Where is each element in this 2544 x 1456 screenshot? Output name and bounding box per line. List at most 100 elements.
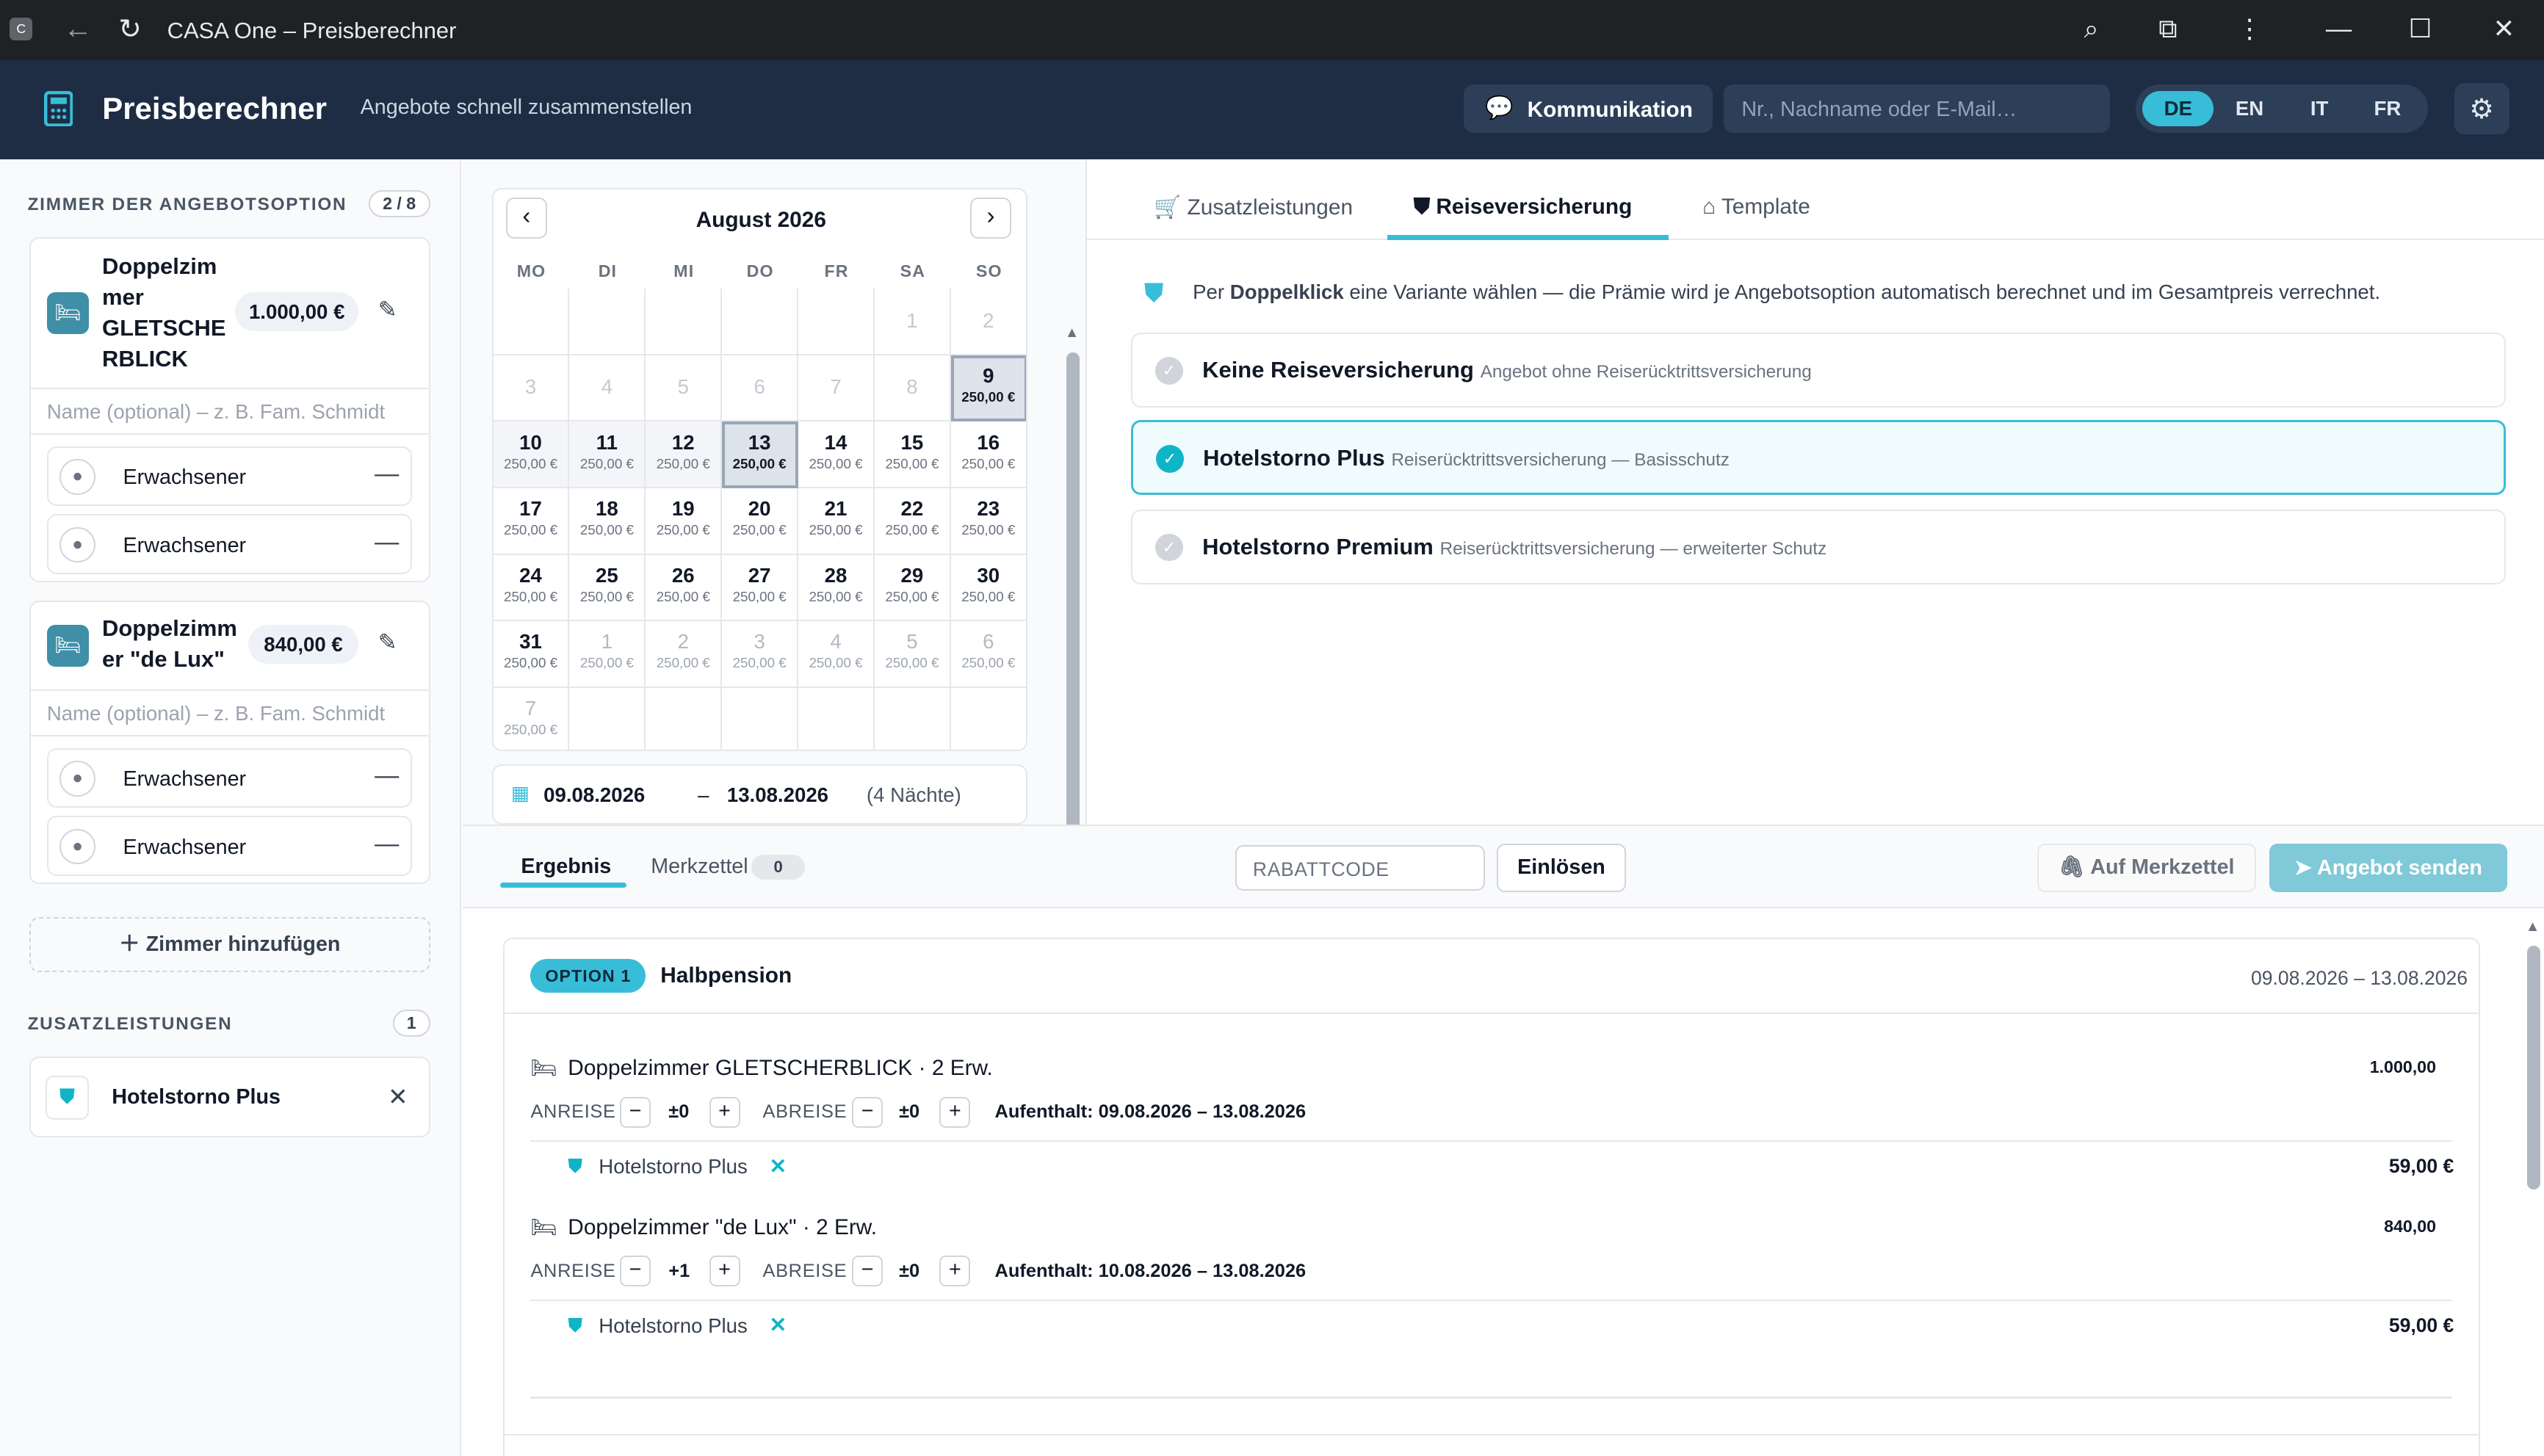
calendar-day[interactable]: 16 250,00 €: [950, 421, 1026, 488]
range-nights: (4 Nächte): [866, 783, 961, 807]
calendar-day[interactable]: 29 250,00 €: [874, 554, 951, 622]
reload-icon[interactable]: ↻: [118, 14, 141, 44]
calendar-day[interactable]: 28 250,00 €: [798, 554, 875, 622]
tab-result[interactable]: Ergebnis: [521, 855, 611, 879]
calendar-day[interactable]: 30 250,00 €: [950, 554, 1026, 622]
minimize-icon[interactable]: —: [2326, 15, 2352, 44]
scroll-up-icon[interactable]: ▲: [1065, 325, 1080, 341]
calendar-day[interactable]: 1 250,00 €: [569, 621, 646, 688]
arrival-plus-button[interactable]: +: [709, 1096, 740, 1128]
departure-minus-button[interactable]: −: [852, 1256, 883, 1287]
calendar-day[interactable]: 11 250,00 €: [569, 421, 646, 488]
calendar-day[interactable]: 5 250,00 €: [874, 621, 951, 688]
settings-gear-icon[interactable]: ⚙: [2454, 82, 2509, 135]
day-price: 250,00 €: [961, 388, 1016, 405]
calendar-day[interactable]: 13 250,00 €: [722, 421, 799, 488]
calendar-day[interactable]: 23 250,00 €: [950, 488, 1026, 555]
arrival-offset: ±0: [668, 1101, 690, 1123]
room-1-price: 1.000,00 €: [235, 291, 359, 331]
calendar-day[interactable]: 3 250,00 €: [722, 621, 799, 688]
calendar-day[interactable]: 9 250,00 €: [950, 355, 1026, 422]
bed-icon: 🛏: [530, 1057, 557, 1081]
remove-extra-icon[interactable]: ✕: [769, 1312, 787, 1338]
next-month-button[interactable]: ›: [970, 198, 1011, 239]
tab-extras[interactable]: 🛒 Zusatzleistungen: [1154, 195, 1353, 220]
edit-icon[interactable]: ✎: [378, 297, 397, 323]
calendar-day[interactable]: 2 250,00 €: [646, 621, 723, 688]
calendar-day[interactable]: 10 250,00 €: [493, 421, 570, 488]
scroll-thumb[interactable]: [1066, 352, 1080, 898]
lang-it[interactable]: IT: [2283, 91, 2355, 127]
result-scrollbar[interactable]: ▲: [2524, 919, 2544, 1456]
option-badge: OPTION 1: [530, 958, 646, 993]
calendar-day[interactable]: 17 250,00 €: [493, 488, 570, 555]
arrival-minus-button[interactable]: −: [620, 1256, 651, 1287]
calendar-day[interactable]: 12 250,00 €: [646, 421, 723, 488]
calendar-day[interactable]: 6 250,00 €: [950, 621, 1026, 688]
calendar-day[interactable]: 24 250,00 €: [493, 554, 570, 622]
close-window-icon[interactable]: ✕: [2493, 15, 2515, 44]
tab-template[interactable]: ⌂ Template: [1702, 195, 1810, 220]
add-room-button[interactable]: ＋ Zimmer hinzufügen: [29, 916, 430, 972]
calendar-day[interactable]: 31 250,00 €: [493, 621, 570, 688]
kebab-menu-icon[interactable]: ⋮: [2236, 15, 2262, 44]
departure-plus-button[interactable]: +: [939, 1096, 971, 1128]
lang-en[interactable]: EN: [2214, 91, 2285, 127]
guest-search-input[interactable]: Nr., Nachname oder E-Mail…: [1724, 84, 2110, 134]
calendar-day[interactable]: 20 250,00 €: [722, 488, 799, 555]
insurance-option-premium[interactable]: ✓ Hotelstorno Premium Reiserücktrittsvers…: [1131, 509, 2506, 584]
calendar-day[interactable]: 7 250,00 €: [494, 687, 570, 750]
communication-button[interactable]: 💬 Kommunikation: [1464, 84, 1713, 134]
line-room: Doppelzimmer GLETSCHERBLICK · 2 Erw.: [568, 1056, 993, 1081]
insurance-option-plus[interactable]: ✓ Hotelstorno Plus Reiserücktrittsversich…: [1131, 420, 2506, 496]
extras-count-badge: 1: [392, 1009, 430, 1037]
guest-row: ● Erwachsener —: [46, 816, 413, 877]
back-icon[interactable]: ←: [63, 14, 93, 44]
add-to-notes-button[interactable]: 🖇 Auf Merkzettel: [2037, 843, 2256, 893]
extensions-icon[interactable]: ⧉: [2158, 15, 2177, 44]
departure-plus-button[interactable]: +: [939, 1256, 971, 1287]
calendar-day[interactable]: 22 250,00 €: [874, 488, 951, 555]
tab-insurance[interactable]: ⛊ Reiseversicherung: [1414, 195, 1633, 220]
redeem-button[interactable]: Einlösen: [1496, 843, 1627, 893]
calendar-day[interactable]: 25 250,00 €: [569, 554, 646, 622]
remove-extra-icon[interactable]: ✕: [388, 1082, 408, 1112]
calendar-day[interactable]: 4 250,00 €: [798, 621, 875, 688]
scroll-thumb[interactable]: [2526, 946, 2540, 1189]
room-2-name: Doppelzimm er "de Lux": [102, 613, 242, 675]
arrival-minus-button[interactable]: −: [620, 1096, 651, 1128]
maximize-icon[interactable]: ☐: [2409, 15, 2432, 44]
calendar-day[interactable]: 15 250,00 €: [874, 421, 951, 488]
scroll-up-icon[interactable]: ▲: [2526, 919, 2540, 935]
arrival-plus-button[interactable]: +: [709, 1256, 740, 1287]
day-number: 1: [906, 308, 918, 332]
calendar-day[interactable]: 26 250,00 €: [646, 554, 723, 622]
remove-guest-icon[interactable]: —: [375, 460, 399, 488]
lang-de[interactable]: DE: [2142, 90, 2214, 127]
edit-icon[interactable]: ✎: [378, 629, 397, 656]
result-panel: Ergebnis Merkzettel 0 RABATTCODE Einlöse…: [462, 824, 2544, 1456]
lang-fr[interactable]: FR: [2352, 91, 2423, 127]
remove-guest-icon[interactable]: —: [375, 830, 399, 858]
remove-extra-icon[interactable]: ✕: [769, 1153, 787, 1179]
departure-minus-button[interactable]: −: [852, 1096, 883, 1128]
discount-code-input[interactable]: RABATTCODE: [1235, 845, 1486, 891]
insurance-option-none[interactable]: ✓ Keine Reiseversicherung Angebot ohne Re…: [1131, 333, 2506, 408]
tab-notes[interactable]: Merkzettel: [651, 855, 748, 879]
room-1-name-input[interactable]: Name (optional) – z. B. Fam. Schmidt: [30, 387, 429, 435]
remove-guest-icon[interactable]: —: [375, 762, 399, 790]
calendar-icon: ▦: [510, 782, 530, 804]
day-number: 28: [824, 563, 848, 587]
calendar-day[interactable]: 14 250,00 €: [798, 421, 875, 488]
zoom-icon[interactable]: ⌕: [2084, 15, 2099, 44]
calendar-day[interactable]: 18 250,00 €: [569, 488, 646, 555]
departure-label: ABREISE: [762, 1260, 848, 1281]
remove-guest-icon[interactable]: —: [375, 529, 399, 557]
day-number: 6: [754, 375, 765, 399]
calendar-day[interactable]: 21 250,00 €: [798, 488, 875, 555]
calendar-day[interactable]: 19 250,00 €: [646, 488, 723, 555]
send-offer-button[interactable]: ➤ Angebot senden: [2269, 843, 2508, 893]
day-price: 250,00 €: [809, 588, 863, 604]
room-2-name-input[interactable]: Name (optional) – z. B. Fam. Schmidt: [30, 689, 429, 737]
calendar-day[interactable]: 27 250,00 €: [722, 554, 799, 622]
